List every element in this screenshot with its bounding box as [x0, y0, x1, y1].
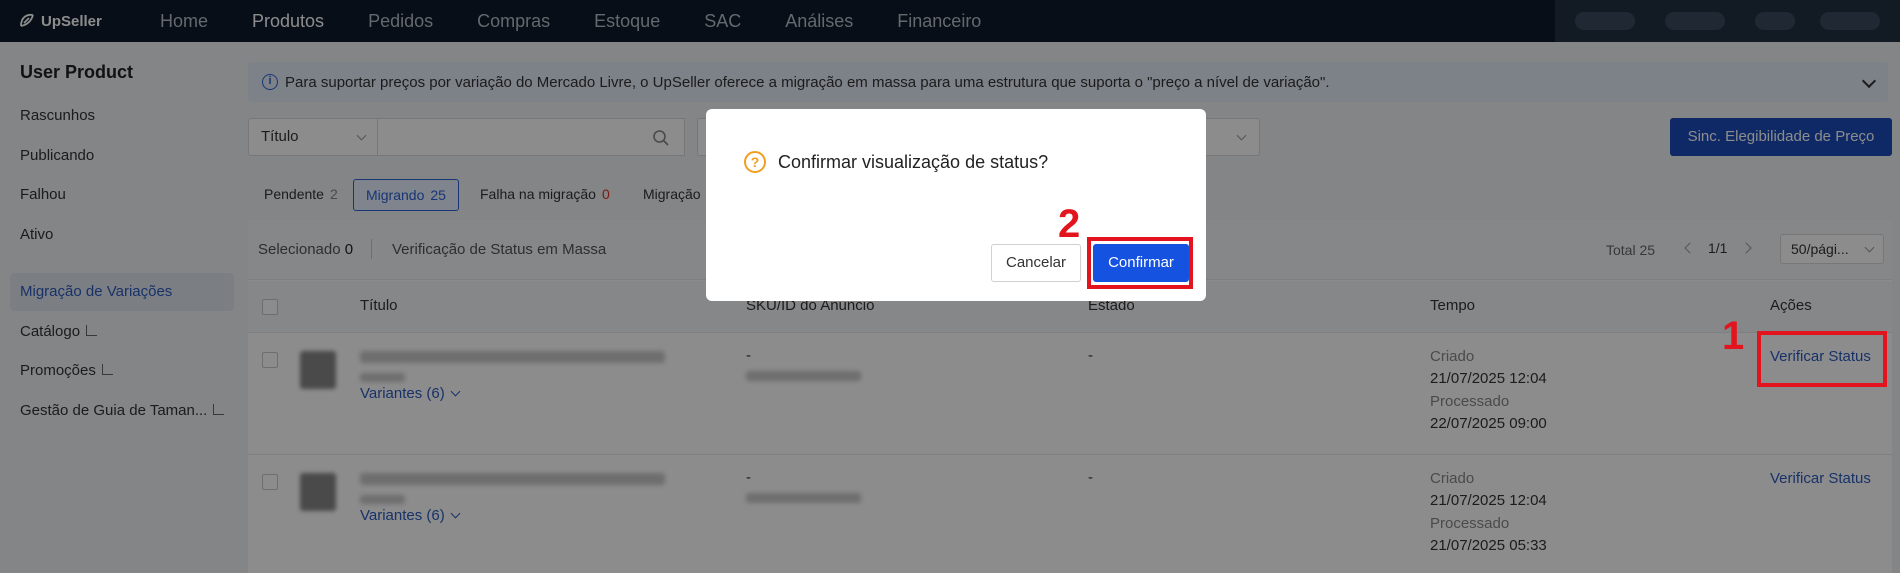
- annotation-step-2: 2: [1058, 202, 1081, 246]
- annotation-step-1: 1: [1722, 314, 1745, 358]
- annotation-box-confirm: [1087, 237, 1193, 289]
- question-icon: ?: [744, 151, 766, 173]
- dialog-title: Confirmar visualização de status?: [778, 152, 1049, 172]
- cancel-button[interactable]: Cancelar: [991, 244, 1081, 282]
- annotation-box-verify: [1757, 331, 1887, 387]
